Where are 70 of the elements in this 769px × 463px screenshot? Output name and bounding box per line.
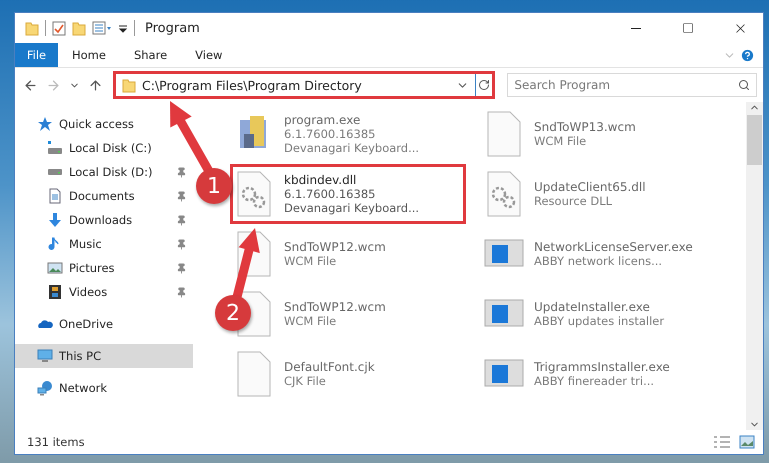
pin-icon (176, 166, 187, 178)
sidebar-item[interactable]: Documents (15, 184, 193, 208)
step-badge: 1 (196, 168, 232, 204)
pin-icon (176, 190, 187, 202)
file-detail: 6.1.7600.16385 (284, 127, 376, 141)
file-detail: Devanagari Keyboard... (284, 201, 420, 215)
pin-icon (176, 238, 187, 250)
document-icon (47, 188, 63, 204)
sidebar-item[interactable]: Local Disk (C:) (15, 136, 193, 160)
file-detail: WCM File (534, 134, 588, 148)
properties-icon (92, 21, 112, 35)
file-detail: Resource DLL (534, 194, 614, 208)
sidebar-item[interactable]: This PC (15, 344, 193, 368)
large-icons-view-icon[interactable] (739, 435, 755, 449)
file-detail: ABBY network licens... (534, 254, 664, 268)
file-name[interactable]: NetworkLicenseServer.exe (534, 240, 693, 254)
download-icon (47, 212, 63, 228)
file-detail: ABBY finereader tri... (534, 374, 656, 388)
sidebar-item[interactable]: Local Disk (D:) (15, 160, 193, 184)
search-icon (738, 79, 750, 91)
step-badge: 2 (215, 295, 251, 331)
file-detail: WCM File (284, 314, 338, 328)
help-icon (740, 48, 755, 62)
window-title: Program (145, 20, 201, 36)
forward-arrow-icon (46, 78, 61, 92)
file-detail: CJK File (284, 374, 327, 388)
file-name[interactable]: TrigrammsInstaller.exe (534, 360, 670, 374)
star-icon (37, 116, 53, 132)
file-name[interactable]: UpdateInstaller.exe (534, 300, 664, 314)
details-view-icon[interactable] (713, 435, 731, 449)
monitor-icon (37, 348, 53, 364)
maximize-icon (682, 22, 694, 34)
pin-icon (176, 286, 187, 298)
sidebar-item[interactable]: OneDrive (15, 312, 193, 336)
file-name[interactable]: program.exe (284, 113, 420, 127)
folder-icon (72, 20, 86, 36)
file-name[interactable]: SndToWP13.wcm (534, 120, 636, 134)
refresh-icon (478, 79, 490, 91)
dropdown-icon (118, 23, 128, 33)
file-detail: Devanagari Keyboard... (284, 141, 420, 155)
sidebar-item[interactable]: Network (15, 376, 193, 400)
file-name[interactable]: SndToWP12.wcm (284, 240, 386, 254)
drive-icon (47, 140, 63, 156)
folder-icon (122, 78, 136, 92)
file-detail: 6.1.7600.16385 (284, 187, 376, 201)
folder-icon (25, 20, 39, 36)
pin-icon (176, 214, 187, 226)
search-field[interactable]: Search Program (507, 73, 757, 97)
address-bar[interactable]: C:\Program Files\Program Directory (113, 71, 496, 99)
sidebar-item[interactable]: Music (15, 232, 193, 256)
file-name[interactable]: kbdindev.dll (284, 173, 420, 187)
item-count: 131 items (27, 435, 86, 449)
drive-icon (47, 168, 63, 176)
scrollbar[interactable] (746, 102, 763, 430)
film-icon (47, 284, 63, 300)
sidebar-item[interactable]: Quick access (15, 112, 193, 136)
checklist-icon (52, 20, 66, 36)
sidebar-item[interactable]: Downloads (15, 208, 193, 232)
scrollbar-thumb[interactable] (747, 115, 762, 165)
pin-icon (176, 262, 187, 274)
sidebar-item[interactable]: Pictures (15, 256, 193, 280)
network-icon (37, 380, 53, 396)
file-name[interactable]: DefaultFont.cjk (284, 360, 375, 374)
file-menu-tab[interactable]: File (15, 43, 58, 67)
picture-icon (47, 260, 63, 276)
file-name[interactable]: SndToWP12.wcm (284, 300, 386, 314)
file-name[interactable]: UpdateClient65.dll (534, 180, 646, 194)
file-detail: ABBY updates installer (534, 314, 664, 328)
file-detail: WCM File (284, 254, 338, 268)
sidebar-item[interactable]: Videos (15, 280, 193, 304)
